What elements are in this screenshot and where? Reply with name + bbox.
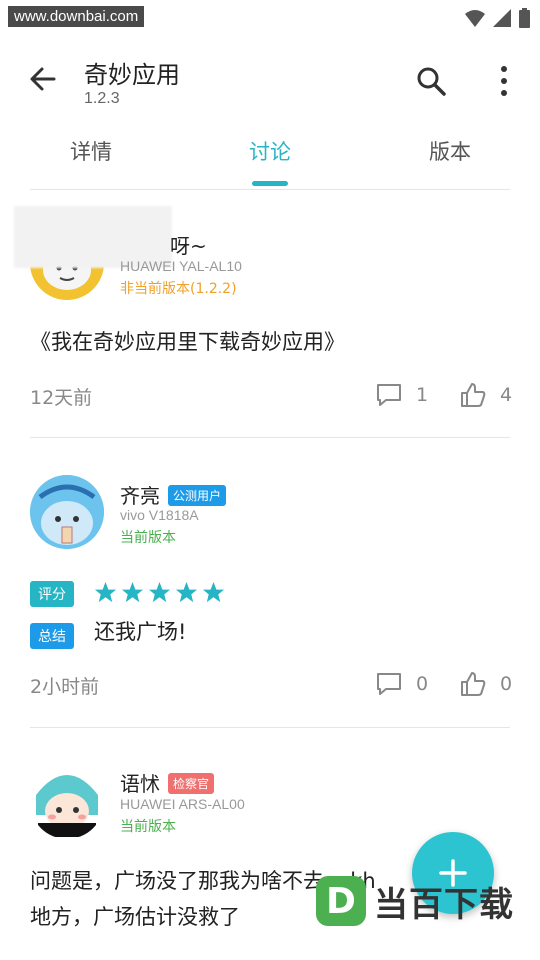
comment-count: 1 — [416, 384, 429, 406]
back-button[interactable] — [26, 62, 60, 96]
thumbs-up-icon — [461, 383, 486, 407]
user-badge: 公测用户 — [168, 485, 227, 506]
divider — [30, 727, 510, 728]
signal-icon — [493, 9, 511, 27]
like-count: 0 — [500, 673, 513, 695]
avatar[interactable] — [30, 765, 104, 839]
tab-bar: 详情 讨论 版本 — [0, 128, 540, 188]
tab-discussion[interactable]: 讨论 — [249, 136, 291, 166]
thumbs-up-icon — [461, 672, 486, 696]
post-time: 2小时前 — [30, 676, 100, 698]
post-time: 12天前 — [30, 387, 93, 409]
username-text: 齐亮 — [120, 484, 160, 508]
version-state: 当前版本 — [120, 530, 176, 546]
username: 呀~ — [170, 234, 207, 258]
more-vert-icon — [501, 66, 507, 96]
version-state: 当前版本 — [120, 819, 176, 835]
page-title: 奇妙应用 — [84, 61, 180, 89]
logo-text: 当百下载 — [374, 884, 514, 925]
device-model: HUAWEI ARS-AL00 — [120, 796, 245, 812]
wifi-icon — [465, 10, 485, 27]
username: 语怵 检察官 — [120, 768, 215, 797]
avatar-image — [30, 475, 104, 549]
rating-stars — [94, 581, 225, 604]
arrow-left-icon — [30, 67, 56, 91]
tab-versions[interactable]: 版本 — [429, 136, 471, 166]
user-badge: 检察官 — [168, 773, 215, 794]
comment-button[interactable]: 1 — [376, 382, 428, 408]
status-icons — [465, 8, 530, 28]
search-icon — [417, 67, 446, 96]
summary-text[interactable]: 还我广场! — [94, 614, 494, 650]
avatar[interactable] — [30, 475, 104, 549]
device-model: vivo V1818A — [120, 507, 199, 523]
username: 齐亮 公测用户 — [120, 480, 227, 509]
app-version: 1.2.3 — [84, 90, 120, 107]
device-model: HUAWEI YAL-AL10 — [120, 258, 242, 274]
search-button[interactable] — [414, 64, 448, 98]
avatar-image — [30, 765, 104, 839]
star-icon — [202, 581, 225, 603]
star-icon — [94, 581, 117, 603]
like-count: 4 — [500, 384, 513, 406]
comment-icon — [377, 384, 401, 406]
battery-icon — [519, 8, 530, 28]
star-icon — [121, 581, 144, 603]
more-options-button[interactable] — [494, 64, 514, 98]
comment-button[interactable]: 0 — [376, 671, 428, 697]
tab-details[interactable]: 详情 — [70, 136, 112, 166]
status-bar: www.downbai.com — [0, 0, 540, 34]
comment-icon — [377, 673, 401, 695]
star-icon — [148, 581, 171, 603]
app-bar: 奇妙应用 1.2.3 — [0, 40, 540, 120]
summary-tag: 总结 — [30, 623, 74, 649]
tab-indicator — [252, 181, 288, 186]
username-text: 语怵 — [120, 772, 160, 796]
comment-count: 0 — [416, 673, 429, 695]
watermark-logo: D 当百下载 — [316, 876, 514, 926]
watermark-url: www.downbai.com — [8, 6, 145, 27]
tabs-divider — [30, 189, 510, 190]
star-icon — [175, 581, 198, 603]
like-button[interactable]: 0 — [460, 671, 512, 697]
logo-letter: D — [316, 876, 366, 926]
like-button[interactable]: 4 — [460, 382, 512, 408]
version-state: 非当前版本(1.2.2) — [120, 281, 237, 297]
divider — [30, 437, 510, 438]
rating-tag: 评分 — [30, 581, 74, 607]
post-content[interactable]: 《我在奇妙应用里下载奇妙应用》 — [30, 324, 510, 360]
